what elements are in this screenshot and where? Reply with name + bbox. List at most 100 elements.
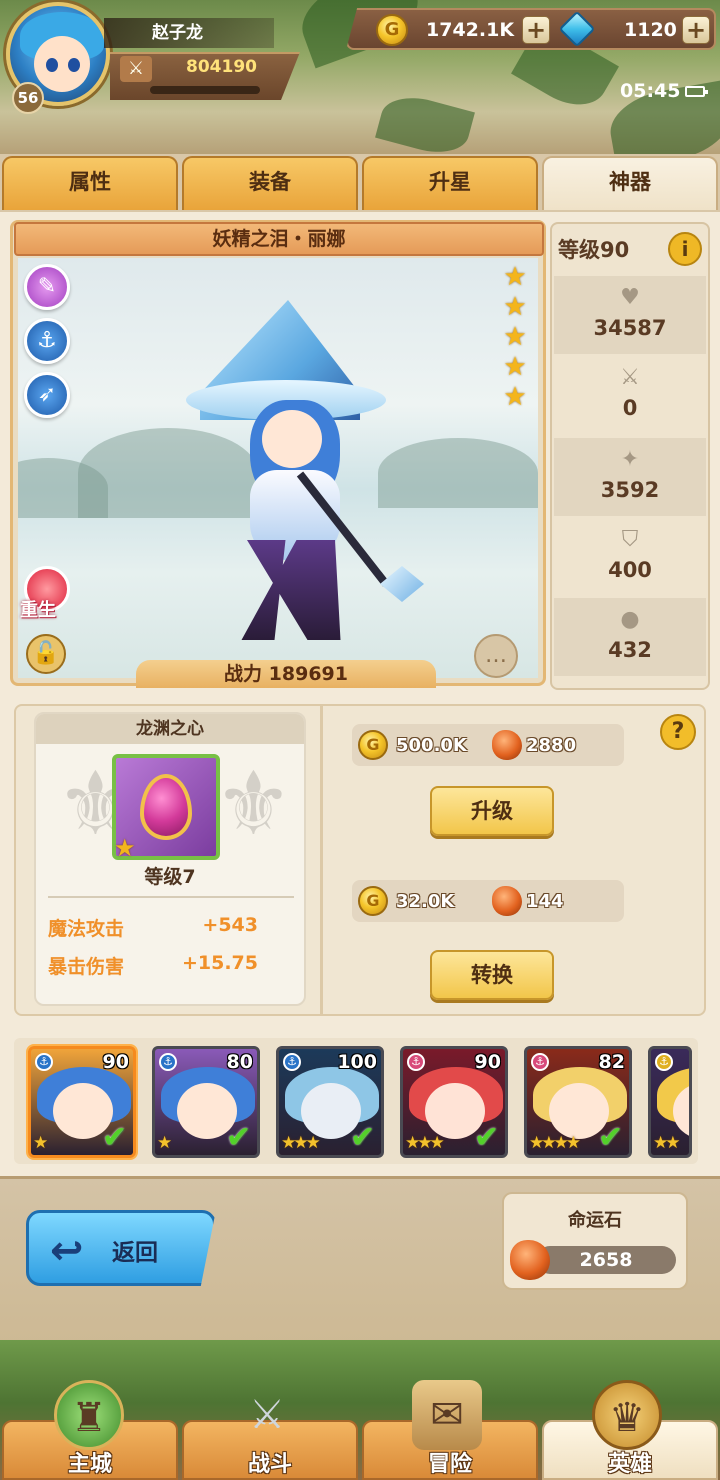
combat-power-value: 189691 <box>268 663 348 685</box>
hero-star-icon: ★ <box>503 352 527 382</box>
upgrade-button[interactable]: 升级 <box>430 786 554 836</box>
hero-faction-icon: ⚓ <box>655 1053 673 1071</box>
hero-figure-face <box>262 410 322 468</box>
shield-icon: ⛉ <box>621 527 639 552</box>
hero-roster-level: 100 <box>337 1051 377 1073</box>
hero-roster-level: 90 <box>102 1051 129 1073</box>
scroll-map-icon: ✉ <box>412 1380 482 1450</box>
hero-star-icon: ★ <box>503 292 527 322</box>
fate-stone-icon <box>492 730 522 760</box>
fate-stone-icon <box>492 886 522 916</box>
tab-star-up[interactable]: 升星 <box>362 156 538 210</box>
divider <box>48 896 294 898</box>
deployed-check-icon: ✔ <box>597 1120 623 1155</box>
hero-level: 等级90 <box>558 238 630 262</box>
attr-crit-damage-name: 暴击伤害 <box>48 956 125 978</box>
stat-resist-value: 432 <box>608 638 652 662</box>
convert-cost <box>352 880 624 922</box>
upgrade-cost <box>352 724 624 766</box>
artifact-star-icon: ★ <box>114 834 136 862</box>
convert-gold-cost: 32.0K <box>396 891 455 912</box>
tab-equipment[interactable]: 装备 <box>182 156 358 210</box>
gem-amount: 1120 <box>624 19 677 41</box>
skill-dash-icon[interactable]: ➶ <box>24 372 70 418</box>
deployed-check-icon: ✔ <box>225 1120 251 1155</box>
help-button[interactable]: ? <box>660 714 696 750</box>
crossed-swords-icon: ⚔ <box>249 1392 285 1438</box>
fleur-decoration-icon: ⚜ <box>214 752 293 855</box>
hero-star-icon: ★ <box>503 322 527 352</box>
destiny-stone-title: 命运石 <box>568 1210 622 1231</box>
add-gems-button[interactable]: + <box>682 16 710 44</box>
hero-title: 妖精之泪・丽娜 <box>14 222 544 256</box>
info-button[interactable]: i <box>668 232 702 266</box>
stat-hp-value: 34587 <box>593 316 667 340</box>
hero-roster-card[interactable]: ⚓ 80 ★ ✔ <box>152 1046 260 1158</box>
attr-magic-attack-value: +543 <box>202 914 258 936</box>
attr-magic-attack-name: 魔法攻击 <box>48 918 125 940</box>
hero-crest-icon: ♛ <box>592 1380 662 1450</box>
hero-roster-card[interactable]: ⚓ 90 ★★★ ✔ <box>400 1046 508 1158</box>
back-arrow-icon: ↩ <box>50 1228 84 1274</box>
battery-icon <box>685 86 708 97</box>
nav-main-city-label: 主城 <box>67 1452 112 1477</box>
nav-heroes-label: 英雄 <box>607 1452 652 1477</box>
section-divider <box>320 706 323 1014</box>
deployed-check-icon: ✔ <box>101 1120 127 1155</box>
player-level-badge: 56 <box>12 82 44 114</box>
player-exp-bar <box>150 86 260 94</box>
hero-faction-icon: ⚓ <box>531 1053 549 1071</box>
faction-anchor-icon[interactable]: ⚓ <box>24 318 70 364</box>
hero-faction-icon: ⚓ <box>283 1053 301 1071</box>
deployed-check-icon: ✔ <box>349 1120 375 1155</box>
stat-resist: ● 432 <box>554 598 706 676</box>
crossed-swords-icon: ⚔ <box>120 56 152 82</box>
destiny-stone-count: 2658 <box>536 1246 676 1274</box>
hero-roster-card[interactable]: ⚓ 90 ★ ✔ <box>28 1046 136 1158</box>
gold-coin-icon: G <box>358 886 388 916</box>
tab-artifact[interactable]: 神器 <box>542 156 718 210</box>
hero-faction-icon: ⚓ <box>407 1053 425 1071</box>
artifact-level: 等级7 <box>144 866 196 888</box>
tab-attributes[interactable]: 属性 <box>2 156 178 210</box>
hero-faction-icon: ⚓ <box>35 1053 53 1071</box>
stat-hp: ♥ 34587 <box>554 276 706 354</box>
gold-coin-icon: G <box>376 14 408 46</box>
artifact-name: 龙渊之心 <box>36 714 304 744</box>
combat-power: 战力 189691 <box>136 660 436 688</box>
gold-amount: 1742.1K <box>426 19 515 41</box>
convert-button[interactable]: 转换 <box>430 950 554 1000</box>
stat-pierce-value: 3592 <box>600 478 660 502</box>
dragon-egg-icon <box>140 774 192 840</box>
chat-bubble-icon[interactable]: … <box>474 634 518 678</box>
hero-roster-card[interactable]: ⚓ ★★ <box>648 1046 692 1158</box>
hero-roster-card[interactable]: ⚓ 100 ★★★ ✔ <box>276 1046 384 1158</box>
hero-roster-card[interactable]: ⚓ 82 ★★★★ ✔ <box>524 1046 632 1158</box>
hero-roster-stars: ★★★ <box>405 1133 445 1153</box>
hero-roster-stars: ★★★ <box>281 1133 321 1153</box>
hero-roster-stars: ★ <box>33 1133 48 1153</box>
hero-roster-stars: ★ <box>157 1133 172 1153</box>
combat-power-label: 战力 <box>224 663 263 685</box>
player-name: 赵子龙 <box>104 18 274 48</box>
pierce-icon: ✦ <box>620 447 640 472</box>
nav-battle-label: 战斗 <box>247 1452 292 1477</box>
hero-roster-stars: ★★★★ <box>529 1133 581 1153</box>
stat-attack: ⚔ 0 <box>554 356 706 434</box>
back-label: 返回 <box>112 1240 158 1266</box>
add-gold-button[interactable]: + <box>522 16 550 44</box>
lock-icon[interactable]: 🔓 <box>26 634 66 674</box>
gold-coin-icon: G <box>358 730 388 760</box>
stat-defense: ⛉ 400 <box>554 518 706 596</box>
upgrade-gold-cost: 500.0K <box>396 735 467 756</box>
convert-stone-cost: 144 <box>526 891 564 912</box>
rebirth-label: 重生 <box>20 600 56 621</box>
stat-defense-value: 400 <box>608 558 652 582</box>
hero-roster-level: 80 <box>226 1051 253 1073</box>
hero-star-icon: ★ <box>503 382 527 412</box>
hero-star-icon: ★ <box>503 262 527 292</box>
attr-crit-damage-value: +15.75 <box>181 952 258 974</box>
castle-icon: ♜ <box>54 1380 124 1450</box>
sword-icon: ⚔ <box>620 365 640 390</box>
class-mage-icon[interactable]: ✎ <box>24 264 70 310</box>
